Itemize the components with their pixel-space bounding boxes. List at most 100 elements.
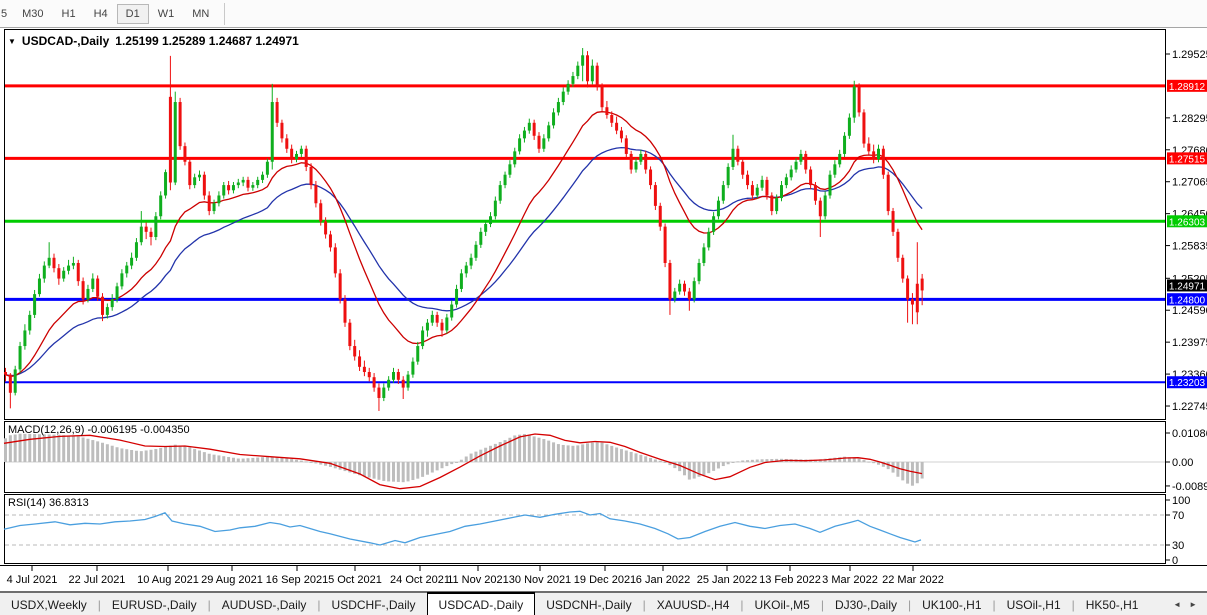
macd-histogram-bar xyxy=(867,461,871,463)
rsi-indicator-label: RSI(14) 36.8313 xyxy=(8,497,89,509)
macd-histogram-bar xyxy=(227,456,231,462)
symbol-tab-usdx-weekly[interactable]: USDX,Weekly xyxy=(0,593,98,615)
macd-histogram-bar xyxy=(96,441,100,462)
macd-histogram-bar xyxy=(173,444,177,462)
candle xyxy=(173,91,177,186)
date-axis-label: 22 Mar 2022 xyxy=(882,574,944,586)
macd-histogram-bar xyxy=(406,462,410,482)
macd-histogram-bar xyxy=(653,459,657,462)
candle xyxy=(600,83,604,112)
candle xyxy=(178,97,182,150)
symbol-tab-usoil-h1[interactable]: USOil-,H1 xyxy=(996,593,1072,615)
svg-text:1.28912: 1.28912 xyxy=(1169,82,1206,93)
macd-histogram-bar xyxy=(634,453,638,462)
macd-histogram-bar xyxy=(906,462,910,484)
symbol-tab-dj30-daily[interactable]: DJ30-,Daily xyxy=(824,593,908,615)
candle xyxy=(333,243,337,278)
rsi-plot-border xyxy=(4,494,1166,564)
macd-histogram-bar xyxy=(149,449,153,462)
rsi-panel[interactable]: 100 70 30 0 xyxy=(0,494,1207,565)
macd-histogram-bar xyxy=(421,462,425,477)
macd-histogram-bar xyxy=(576,445,580,462)
date-axis-label: 3 Mar 2022 xyxy=(822,574,878,586)
macd-histogram-bar xyxy=(299,460,303,462)
symbol-tab-uk100-h1[interactable]: UK100-,H1 xyxy=(911,593,992,615)
timeframe-button-h4[interactable]: H4 xyxy=(85,4,117,24)
svg-text:1.27515: 1.27515 xyxy=(1169,154,1206,165)
timeframe-button-d1[interactable]: D1 xyxy=(116,3,149,24)
macd-histogram-bar xyxy=(86,438,90,462)
macd-histogram-bar xyxy=(489,445,492,462)
macd-axis-tick: 0.00 xyxy=(1172,457,1193,469)
symbol-tab-hk50-h1[interactable]: HK50-,H1 xyxy=(1075,593,1150,615)
svg-text:1.26303: 1.26303 xyxy=(1169,217,1206,228)
macd-histogram-bar xyxy=(852,457,856,462)
date-axis-label: 30 Nov 2021 xyxy=(509,574,571,586)
symbol-tab-ukoil-m5[interactable]: UKOil-,M5 xyxy=(744,593,821,615)
macd-histogram-bar xyxy=(920,462,924,479)
timeframe-button-w1[interactable]: W1 xyxy=(149,4,184,24)
symbol-tab-usdcad-daily[interactable]: USDCAD-,Daily xyxy=(426,592,536,615)
rsi-axis-tick: 0 xyxy=(1172,555,1178,565)
price-axis-tick: 1.25835 xyxy=(1172,241,1207,253)
macd-histogram-bar xyxy=(624,450,628,462)
candle xyxy=(828,170,832,199)
svg-text:1.24971: 1.24971 xyxy=(1169,281,1206,292)
macd-histogram-bar xyxy=(67,435,71,462)
chart-symbol-label: USDCAD-,Daily xyxy=(21,34,110,48)
symbol-tab-xauusd-h4[interactable]: XAUUSD-,H4 xyxy=(646,593,741,615)
macd-histogram-bar xyxy=(382,462,386,481)
macd-histogram-bar xyxy=(8,435,12,462)
date-axis: 4 Jul 2021 22 Jul 2021 10 Aug 2021 29 Aug 2… xyxy=(0,565,1207,592)
symbol-tab-eurusd-daily[interactable]: EURUSD-,Daily xyxy=(101,593,208,615)
macd-histogram-bar xyxy=(522,434,526,462)
macd-histogram-bar xyxy=(125,449,129,462)
symbol-tab-usdcnh-daily[interactable]: USDCNH-,Daily xyxy=(535,593,642,615)
tab-scroll-left-icon[interactable]: ◄ xyxy=(1173,600,1181,609)
timeframe-button-mn[interactable]: MN xyxy=(183,4,218,24)
candle xyxy=(343,295,347,327)
macd-histogram-bar xyxy=(246,458,250,462)
macd-histogram-bar xyxy=(13,434,17,462)
candle xyxy=(843,132,847,158)
macd-histogram-bar xyxy=(760,459,764,462)
symbol-tab-audusd-daily[interactable]: AUDUSD-,Daily xyxy=(211,593,318,615)
macd-histogram-bar xyxy=(217,455,221,462)
macd-histogram-bar xyxy=(71,436,75,462)
macd-histogram-bar xyxy=(527,435,531,462)
current-price-badge: 1.24971 xyxy=(1167,279,1207,292)
macd-histogram-bar xyxy=(251,457,255,462)
macd-histogram-bar xyxy=(663,462,667,463)
macd-histogram-bar xyxy=(455,462,459,463)
macd-histogram-bar xyxy=(261,457,265,462)
macd-histogram-bar xyxy=(581,444,585,462)
macd-histogram-bar xyxy=(644,456,648,462)
candle xyxy=(726,163,730,189)
chart-dropdown-icon[interactable]: ▼ xyxy=(8,37,16,46)
candle xyxy=(595,62,599,91)
price-chart-panel[interactable]: 1.295251.282951.276801.270651.264501.258… xyxy=(0,28,1207,421)
rsi-axis-tick: 30 xyxy=(1172,540,1184,552)
level-price-badge: 1.28912 xyxy=(1167,79,1207,93)
macd-histogram-bar xyxy=(750,459,754,462)
macd-histogram-bar xyxy=(198,450,201,462)
timeframe-button-h1[interactable]: H1 xyxy=(53,4,85,24)
macd-histogram-bar xyxy=(600,442,604,462)
candle xyxy=(33,289,37,319)
macd-histogram-bar xyxy=(702,462,706,475)
macd-histogram-bar xyxy=(193,448,197,462)
macd-histogram-bar xyxy=(411,462,415,481)
macd-histogram-bar xyxy=(566,445,570,462)
macd-histogram-bar xyxy=(144,450,148,462)
timeframe-toolbar: 5 M30 H1 H4 D1 W1 MN xyxy=(0,0,1207,28)
macd-histogram-bar xyxy=(571,445,575,462)
price-axis-tick: 1.22745 xyxy=(1172,401,1207,413)
timeframe-button-5[interactable]: 5 xyxy=(0,4,13,24)
macd-histogram-bar xyxy=(474,451,478,462)
tab-scroll-right-icon[interactable]: ► xyxy=(1189,600,1197,609)
symbol-tab-usdchf-daily[interactable]: USDCHF-,Daily xyxy=(321,593,427,615)
timeframe-button-m30[interactable]: M30 xyxy=(13,4,52,24)
macd-histogram-bar xyxy=(586,443,589,462)
macd-histogram-bar xyxy=(615,447,619,462)
macd-histogram-bar xyxy=(275,457,279,462)
